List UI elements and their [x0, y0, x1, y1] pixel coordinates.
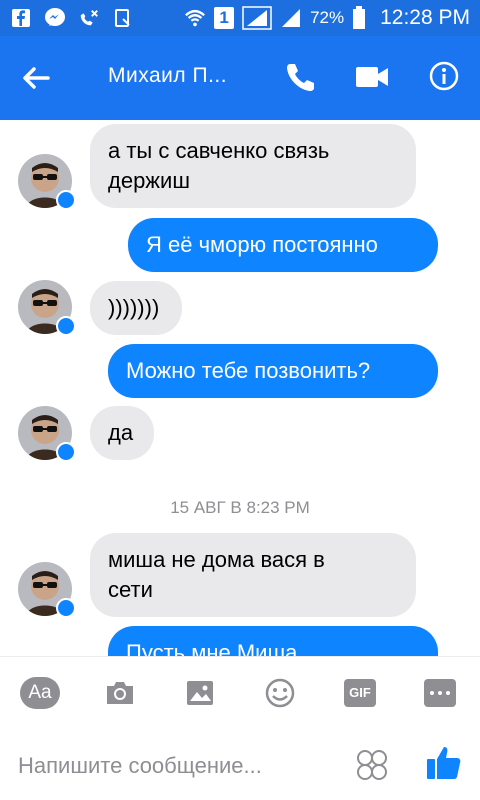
camera-icon	[107, 682, 133, 704]
gif-button[interactable]: GIF	[340, 673, 380, 713]
signal-icon-1	[242, 6, 272, 30]
message-text: миша не дома вася в	[108, 547, 325, 572]
message-text: держиш	[108, 168, 190, 193]
text-format-icon: Aa	[20, 677, 60, 709]
messenger-badge-icon	[56, 442, 76, 462]
incoming-message-bubble[interactable]: миша не дома вася в сети	[90, 533, 416, 617]
composer-toolbar: Aa GIF	[0, 673, 480, 713]
more-button[interactable]	[420, 673, 460, 713]
incoming-message-bubble[interactable]: да	[90, 406, 154, 460]
notification-icons	[10, 7, 134, 29]
missed-call-icon	[78, 7, 100, 29]
gif-icon: GIF	[344, 679, 376, 707]
message-text: Я её чморю постоянно	[146, 232, 378, 257]
composer: Aa GIF Напишите сообщение...	[0, 656, 480, 800]
outgoing-message-bubble[interactable]: Я её чморю постоянно	[128, 218, 438, 272]
message-list[interactable]: а ты с савченко связь держиш Я её чморю …	[0, 120, 480, 656]
thumbs-up-icon	[427, 747, 461, 779]
conversation-timestamp: 15 АВГ В 8:23 PM	[170, 498, 310, 517]
avatar[interactable]	[18, 562, 76, 618]
wifi-icon	[184, 7, 206, 29]
screenshot-icon	[112, 7, 134, 29]
messenger-badge-icon	[56, 190, 76, 210]
system-status: 1 72% 12:28 PM	[184, 6, 470, 30]
status-bar: 1 72% 12:28 PM	[0, 0, 480, 36]
clock: 12:28 PM	[380, 6, 470, 29]
smiley-icon	[265, 678, 295, 708]
message-text: )))))))	[108, 295, 160, 320]
message-text: а ты с савченко связь	[108, 138, 330, 163]
voice-call-button[interactable]	[284, 60, 318, 94]
message-text: Пусть мне Миша	[126, 640, 298, 656]
sticker-icon	[357, 750, 387, 780]
message-text: да	[108, 420, 134, 445]
like-button[interactable]	[424, 743, 464, 783]
outgoing-message-bubble[interactable]: Пусть мне Миша	[108, 626, 438, 656]
incoming-message-bubble[interactable]: )))))))	[90, 281, 182, 335]
image-icon	[187, 681, 213, 705]
facebook-icon	[10, 7, 32, 29]
info-icon	[429, 61, 459, 91]
battery-icon	[352, 6, 366, 29]
arrow-left-icon	[23, 67, 50, 89]
messenger-icon	[44, 7, 66, 29]
avatar[interactable]	[18, 154, 76, 210]
message-text: сети	[108, 577, 153, 602]
battery-percent: 72%	[310, 8, 345, 27]
avatar[interactable]	[18, 280, 76, 336]
more-icon	[424, 679, 456, 707]
video-camera-icon	[356, 67, 388, 87]
phone-icon	[287, 64, 314, 91]
back-button[interactable]	[20, 62, 52, 94]
sim-slot-indicator: 1	[214, 7, 235, 29]
message-text: Можно тебе позвонить?	[126, 358, 371, 383]
avatar[interactable]	[18, 406, 76, 462]
message-input[interactable]: Напишите сообщение...	[18, 753, 338, 779]
incoming-message-bubble[interactable]: а ты с савченко связь держиш	[90, 124, 416, 208]
image-button[interactable]	[180, 673, 220, 713]
outgoing-message-bubble[interactable]: Можно тебе позвонить?	[108, 344, 438, 398]
video-call-button[interactable]	[354, 62, 390, 92]
sticker-button[interactable]	[354, 747, 390, 783]
text-format-button[interactable]: Aa	[20, 673, 60, 713]
emoji-button[interactable]	[260, 673, 300, 713]
app-bar: Михаил П...	[0, 36, 480, 120]
conversation-title[interactable]: Михаил П...	[108, 64, 227, 88]
info-button[interactable]	[428, 60, 460, 92]
signal-icon-2	[280, 7, 302, 29]
messenger-badge-icon	[56, 598, 76, 618]
camera-button[interactable]	[100, 673, 140, 713]
messenger-badge-icon	[56, 316, 76, 336]
